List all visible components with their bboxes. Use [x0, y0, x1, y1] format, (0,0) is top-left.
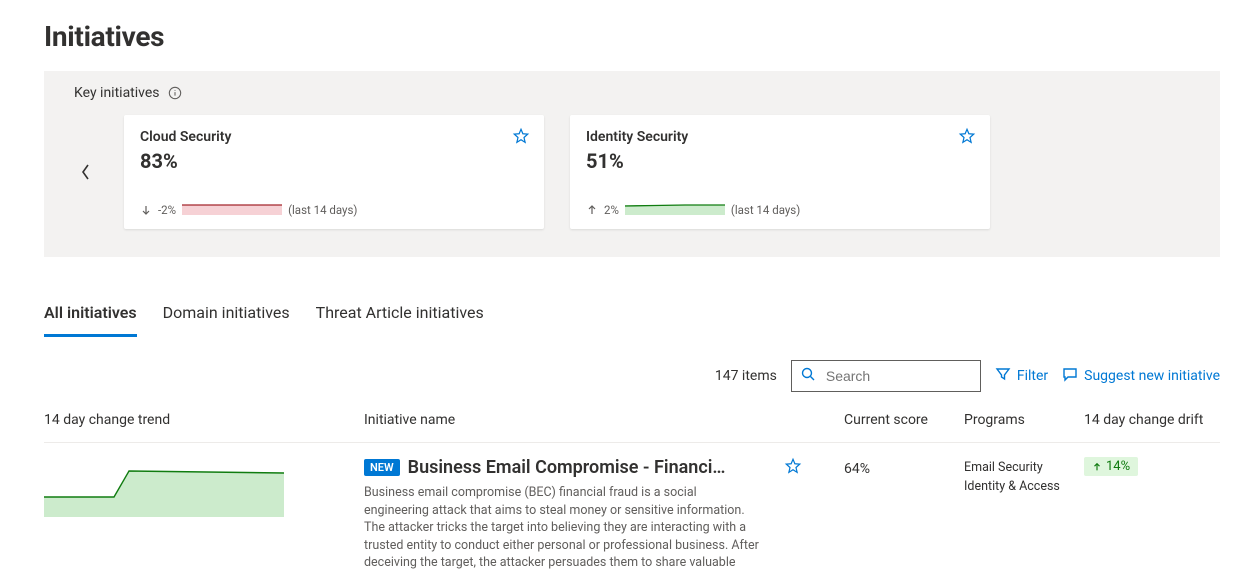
- program-item: Identity & Access: [964, 478, 1084, 497]
- chat-icon: [1062, 366, 1078, 386]
- card-title: Cloud Security: [140, 129, 528, 145]
- arrow-down-icon: [140, 204, 152, 216]
- programs-cell: Email Security Identity & Access: [964, 457, 1084, 497]
- trend-sparkline: [44, 457, 284, 517]
- tab-threat-article-initiatives[interactable]: Threat Article initiatives: [316, 297, 484, 337]
- favorite-star-icon[interactable]: [784, 463, 802, 479]
- sparkline: [625, 203, 725, 217]
- tab-strip: All initiatives Domain initiatives Threa…: [44, 297, 1220, 338]
- card-score: 83%: [140, 149, 528, 173]
- search-box[interactable]: [791, 360, 981, 392]
- suggest-label: Suggest new initiative: [1084, 368, 1220, 384]
- initiative-description: Business email compromise (BEC) financia…: [364, 484, 764, 570]
- suggest-initiative-button[interactable]: Suggest new initiative: [1062, 366, 1220, 386]
- tab-domain-initiatives[interactable]: Domain initiatives: [163, 297, 290, 337]
- search-input[interactable]: [824, 367, 972, 385]
- card-range-label: (last 14 days): [731, 203, 800, 217]
- card-range-label: (last 14 days): [288, 203, 357, 217]
- col-score[interactable]: Current score: [844, 412, 964, 428]
- key-initiatives-panel: Key initiatives: [44, 71, 1220, 257]
- sparkline: [182, 203, 282, 217]
- item-count: 147 items: [715, 368, 777, 384]
- filter-button[interactable]: Filter: [995, 366, 1048, 386]
- program-item: Email Security: [964, 459, 1084, 478]
- current-score: 64%: [844, 457, 964, 477]
- new-badge: NEW: [364, 459, 400, 476]
- arrow-up-icon: [1092, 462, 1102, 472]
- arrow-up-icon: [586, 204, 598, 216]
- card-delta: -2%: [158, 203, 176, 217]
- carousel-prev-button[interactable]: [74, 115, 98, 229]
- col-programs[interactable]: Programs: [964, 412, 1084, 428]
- col-drift[interactable]: 14 day change drift: [1084, 412, 1204, 428]
- initiative-name[interactable]: Business Email Compromise - Financi…: [408, 457, 726, 478]
- info-icon[interactable]: [168, 86, 182, 100]
- favorite-star-icon[interactable]: [958, 127, 976, 149]
- favorite-star-icon[interactable]: [512, 127, 530, 149]
- page-title: Initiatives: [44, 20, 1220, 53]
- drift-value: 14%: [1106, 459, 1130, 474]
- filter-label: Filter: [1017, 368, 1048, 384]
- search-icon: [800, 366, 816, 386]
- drift-badge: 14%: [1084, 457, 1138, 476]
- col-trend[interactable]: 14 day change trend: [44, 412, 364, 428]
- card-score: 51%: [586, 149, 974, 173]
- card-delta: 2%: [604, 203, 619, 217]
- initiative-card-cloud-security[interactable]: Cloud Security 83% -2% (last 14 days): [124, 115, 544, 229]
- table-row[interactable]: NEW Business Email Compromise - Financi……: [44, 443, 1220, 570]
- key-initiatives-heading: Key initiatives: [74, 85, 160, 101]
- trend-cell: [44, 457, 364, 521]
- initiative-card-identity-security[interactable]: Identity Security 51% 2% (last 14 day: [570, 115, 990, 229]
- tab-all-initiatives[interactable]: All initiatives: [44, 297, 137, 337]
- filter-icon: [995, 366, 1011, 386]
- card-title: Identity Security: [586, 129, 974, 145]
- col-name[interactable]: Initiative name: [364, 412, 784, 428]
